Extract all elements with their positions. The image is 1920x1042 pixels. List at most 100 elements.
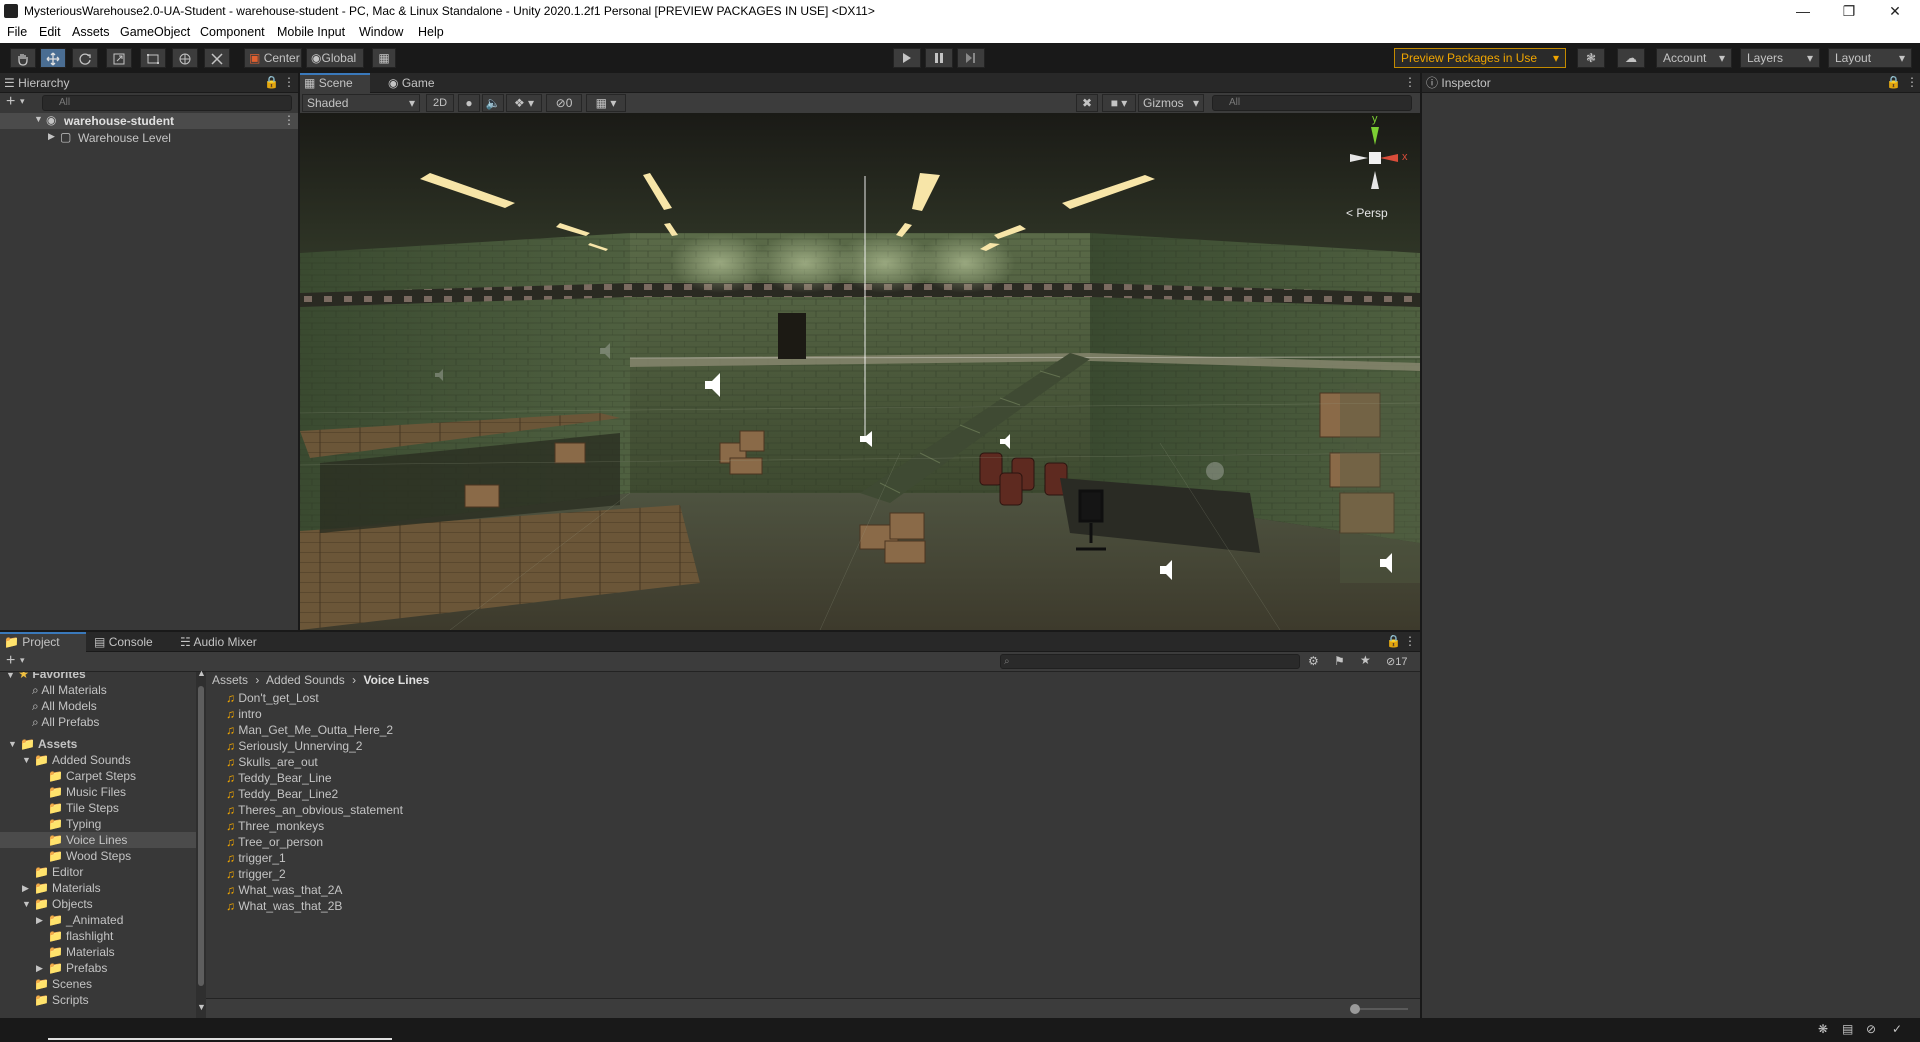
grid-dropdown[interactable]: ▦ ▾: [586, 94, 626, 112]
gizmo-lock-icon[interactable]: 🔒: [1418, 123, 1420, 134]
menu-component[interactable]: Component: [200, 25, 265, 39]
audio-file-item[interactable]: ♫ What_was_that_2B: [226, 898, 342, 914]
audio-file-item[interactable]: ♫ Teddy_Bear_Line2: [226, 786, 338, 802]
add-icon[interactable]: +: [6, 93, 15, 111]
scene-tools-button[interactable]: ✖: [1076, 94, 1098, 112]
tab-audio-mixer[interactable]: ☵ Audio Mixer: [176, 632, 276, 652]
favorites-header[interactable]: ▼ ★ Favorites: [6, 672, 86, 682]
breadcrumb-assets[interactable]: Assets: [212, 673, 248, 687]
minimize-button[interactable]: —: [1780, 0, 1826, 22]
label-tag-icon[interactable]: ⚑: [1334, 654, 1345, 668]
audio-file-item[interactable]: ♫ Skulls_are_out: [226, 754, 318, 770]
folder-tree-item[interactable]: ▼ 📁 Objects: [0, 896, 196, 912]
hierarchy-search-input[interactable]: All: [42, 95, 292, 111]
camera-dropdown[interactable]: ■ ▾: [1102, 94, 1136, 112]
scroll-up-arrow-icon[interactable]: ▲: [197, 668, 206, 678]
tab-scene[interactable]: ▦ Scene: [300, 73, 370, 93]
rect-tool-button[interactable]: [140, 48, 166, 68]
rotate-tool-button[interactable]: [72, 48, 98, 68]
scene-search-input[interactable]: All: [1212, 95, 1412, 111]
hidden-packages-toggle[interactable]: ⊘17: [1386, 655, 1407, 668]
snap-grid-button[interactable]: ▦: [372, 48, 396, 68]
tab-console[interactable]: ▤ Console: [90, 632, 170, 652]
scene-orientation-gizmo[interactable]: y x: [1336, 113, 1416, 199]
audio-toggle[interactable]: 🔈: [482, 94, 504, 112]
pivot-center-toggle[interactable]: ▣ Center: [244, 48, 302, 68]
folder-tree-item[interactable]: 📁 Scripts: [0, 992, 196, 1008]
audio-file-item[interactable]: ♫ Tree_or_person: [226, 834, 323, 850]
tab-project[interactable]: 📁 Project: [0, 632, 86, 652]
menu-gameobject[interactable]: GameObject: [120, 25, 190, 39]
audio-file-item[interactable]: ♫ Don't_get_Lost: [226, 690, 319, 706]
audio-file-item[interactable]: ♫ Three_monkeys: [226, 818, 324, 834]
auto-generate-lighting-icon[interactable]: ✓: [1892, 1022, 1902, 1036]
breadcrumb-added-sounds[interactable]: Added Sounds: [266, 673, 345, 687]
favorite-item[interactable]: ⌕ All Models: [32, 698, 97, 714]
menu-help[interactable]: Help: [418, 25, 444, 39]
dropdown-arrow-icon[interactable]: ▾: [20, 655, 25, 666]
menu-assets[interactable]: Assets: [72, 25, 110, 39]
folder-tree-item[interactable]: 📁 Carpet Steps: [0, 768, 196, 784]
scene-options-icon[interactable]: ⋮: [283, 113, 295, 127]
projection-toggle[interactable]: < Persp: [1346, 206, 1388, 220]
hierarchy-item[interactable]: ▶ ▢ Warehouse Level: [0, 130, 298, 146]
icon-size-slider-track[interactable]: [1354, 1008, 1408, 1010]
collab-button[interactable]: ❃: [1577, 48, 1605, 68]
lock-icon[interactable]: 🔒: [264, 75, 279, 89]
more-options-icon[interactable]: ⋮: [283, 75, 295, 89]
scene-viewport[interactable]: y x 🔒 < Persp: [300, 113, 1420, 630]
add-icon[interactable]: +: [6, 652, 15, 670]
collapsed-arrow-icon[interactable]: ▶: [22, 880, 29, 896]
folder-tree-item[interactable]: 📁 Materials: [0, 944, 196, 960]
folder-tree-item[interactable]: 📁 Scenes: [0, 976, 196, 992]
menu-window[interactable]: Window: [359, 25, 403, 39]
cache-server-icon[interactable]: ▤: [1842, 1022, 1853, 1036]
tree-scrollbar-thumb[interactable]: [198, 686, 204, 986]
tab-inspector[interactable]: ⓘ Inspector: [1422, 73, 1512, 93]
step-button[interactable]: [957, 48, 985, 68]
folder-tree-item[interactable]: ▶ 📁 Materials: [0, 880, 196, 896]
dropdown-arrow-icon[interactable]: ▾: [20, 96, 25, 107]
audio-file-item[interactable]: ♫ Seriously_Unnerving_2: [226, 738, 362, 754]
lock-icon[interactable]: 🔒: [1386, 634, 1401, 648]
effects-dropdown[interactable]: ❖ ▾: [506, 94, 542, 112]
folder-tree-item[interactable]: 📁 Typing: [0, 816, 196, 832]
icon-size-slider-handle[interactable]: [1350, 1004, 1360, 1014]
preview-packages-dropdown[interactable]: Preview Packages in Use ▾: [1394, 48, 1566, 68]
pause-button[interactable]: [925, 48, 953, 68]
audio-file-item[interactable]: ♫ trigger_1: [226, 850, 286, 866]
audio-file-item[interactable]: ♫ Man_Get_Me_Outta_Here_2: [226, 722, 393, 738]
audio-file-item[interactable]: ♫ What_was_that_2A: [226, 882, 342, 898]
project-search-input[interactable]: ⌕: [1000, 654, 1300, 669]
audio-file-item[interactable]: ♫ intro: [226, 706, 262, 722]
layout-dropdown[interactable]: Layout ▾: [1828, 48, 1912, 68]
debug-icon[interactable]: ⊘: [1866, 1022, 1876, 1036]
folder-tree-item[interactable]: 📁 flashlight: [0, 928, 196, 944]
scale-tool-button[interactable]: [106, 48, 132, 68]
folder-tree-item[interactable]: 📁 Music Files: [0, 784, 196, 800]
play-button[interactable]: [893, 48, 921, 68]
expand-arrow-icon[interactable]: ▼: [34, 114, 43, 124]
lighting-toggle[interactable]: ●: [458, 94, 480, 112]
folder-tree-item[interactable]: 📁 Editor: [0, 864, 196, 880]
move-tool-button[interactable]: [40, 48, 66, 68]
more-options-icon[interactable]: ⋮: [1404, 75, 1416, 89]
more-options-icon[interactable]: ⋮: [1906, 75, 1918, 89]
hidden-objects-toggle[interactable]: ⊘0: [546, 94, 582, 112]
collapsed-arrow-icon[interactable]: ▶: [36, 960, 43, 976]
folder-tree-item[interactable]: ▼ 📁 Added Sounds: [0, 752, 196, 768]
space-global-toggle[interactable]: ◉Global: [306, 48, 364, 68]
tab-hierarchy[interactable]: ☰ Hierarchy: [0, 73, 80, 93]
favorite-item[interactable]: ⌕ All Prefabs: [32, 714, 99, 730]
gizmos-dropdown[interactable]: Gizmos ▾: [1138, 94, 1204, 112]
bug-report-icon[interactable]: ❋: [1818, 1022, 1828, 1036]
2d-mode-toggle[interactable]: 2D: [426, 94, 454, 112]
folder-tree-item[interactable]: 📁 Tile Steps: [0, 800, 196, 816]
hierarchy-scene-row[interactable]: ▼ ◉ warehouse-student ⋮: [0, 113, 298, 129]
breadcrumb-voice-lines[interactable]: Voice Lines: [363, 673, 429, 687]
custom-tool-button[interactable]: [204, 48, 230, 68]
shading-mode-dropdown[interactable]: Shaded ▾: [302, 94, 420, 112]
folder-tree-item[interactable]: 📁 Wood Steps: [0, 848, 196, 864]
expand-arrow-icon[interactable]: ▼: [22, 896, 31, 912]
scroll-down-arrow-icon[interactable]: ▼: [197, 1002, 206, 1012]
